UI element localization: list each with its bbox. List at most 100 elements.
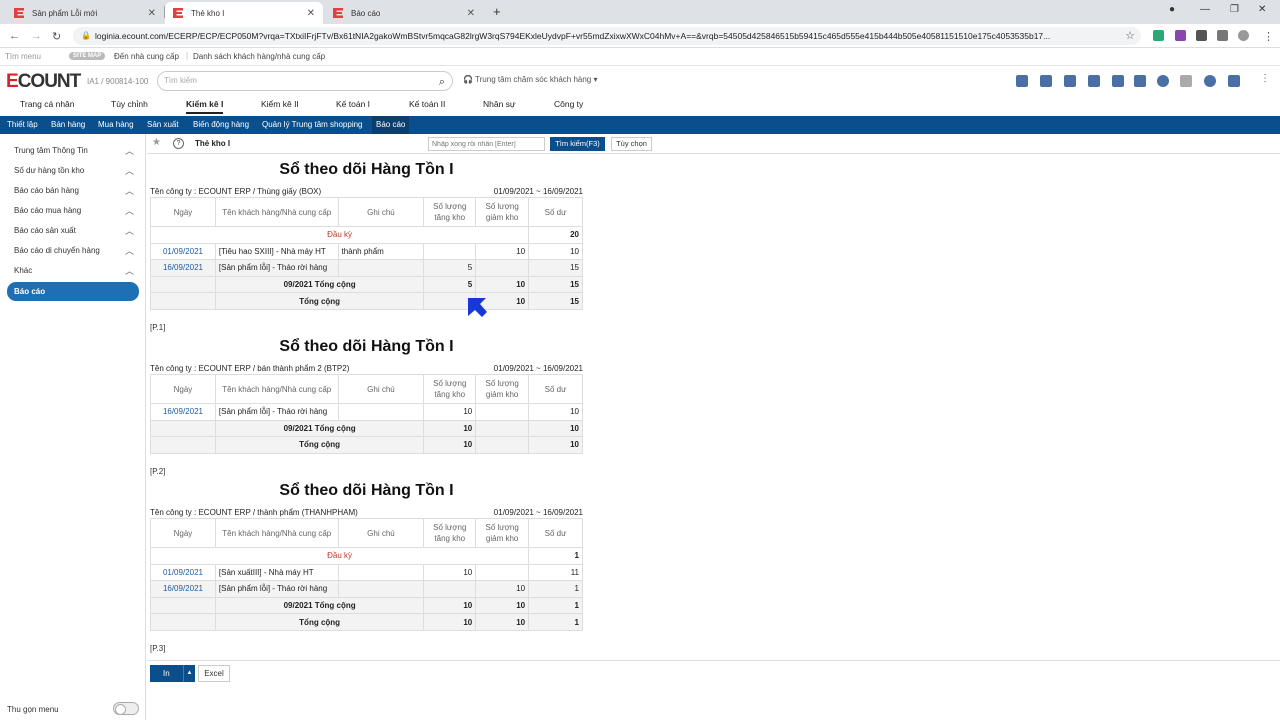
header-icon-1[interactable] [1016,75,1028,87]
support-center-link[interactable]: 🎧 Trung tâm chăm sóc khách hàng ▾ [463,75,598,84]
subnav-movement[interactable]: Biến động hàng [193,120,249,129]
find-menu-link[interactable]: Tìm menu [5,52,41,61]
global-search-input[interactable]: Tìm kiếm ⌕ [157,71,453,91]
subnav-sales[interactable]: Bán hàng [51,120,85,129]
date-link[interactable]: 01/09/2021 [150,563,216,582]
browser-tab-reports[interactable]: Báo cáo ✕ [325,2,483,24]
tab-title: Thẻ kho I [191,8,225,18]
col-name: Tên khách hàng/Nhà cung cấp [214,197,339,227]
site-map-badge[interactable]: SITE MAP [69,52,106,60]
chevron-up-icon: ︿ [124,206,134,216]
total-row: Tổng cộng 10 10 1 [150,613,583,631]
profile-dot-icon[interactable]: ● [1169,4,1175,15]
browser-tab-strip: Sản phẩm Lỗi mới ✕ Thẻ kho I ✕ Báo cáo ✕ + … [0,0,1280,24]
calculator-icon[interactable] [1088,75,1100,87]
profile-icon[interactable] [1238,30,1249,41]
date-link[interactable]: 01/09/2021 [150,242,216,261]
chevron-up-icon: ︿ [124,146,134,156]
header-icon-2[interactable] [1040,75,1052,87]
options-button[interactable]: Tùy chọn [611,137,652,151]
extension-icon[interactable] [1153,30,1164,41]
quick-search-input[interactable] [428,137,545,151]
date-link[interactable]: 16/09/2021 [150,403,216,421]
nav-inventory-1[interactable]: Kiểm kê I [186,99,224,114]
page-marker: [P.3] [150,644,166,653]
close-tab-icon[interactable]: ✕ [307,8,315,19]
supplier-link[interactable]: Đến nhà cung cấp [114,52,179,61]
reload-icon[interactable]: ↻ [52,30,61,43]
header-icon-3[interactable] [1064,75,1076,87]
mail-icon[interactable] [1180,75,1192,87]
collapse-menu-toggle[interactable] [113,702,139,715]
company-id: IA1 / 900814-100 [87,77,149,86]
main-nav: Trang cá nhân Tùy chỉnh Kiểm kê I Kiểm k… [0,96,1280,116]
minimize-icon[interactable]: — [1200,4,1210,15]
media-icon[interactable] [1217,30,1228,41]
sidebar-item-info-center[interactable]: Trung tâm Thông Tin ︿ [14,146,134,156]
browser-menu-icon[interactable]: ⋮ [1263,30,1274,43]
chevron-up-icon: ︿ [124,246,134,256]
nav-inventory-2[interactable]: Kiểm kê II [261,99,299,109]
bookmark-star-icon[interactable]: ☆ [1125,27,1135,45]
url-text: loginia.ecount.com/ECERP/ECP/ECP050M?vrq… [95,31,1051,41]
report-date-range: 01/09/2021 ~ 16/09/2021 [493,187,583,196]
close-tab-icon[interactable]: ✕ [148,8,156,19]
help-icon[interactable]: ? [173,138,184,149]
subnav-purchase[interactable]: Mua hàng [98,120,134,129]
pen-extension-icon[interactable] [1175,30,1186,41]
report-title: Sổ theo dõi Hàng Tồn I [279,161,454,178]
subnav-shopping[interactable]: Quản lý Trung tâm shopping [262,120,363,129]
sidebar-item-sales-report[interactable]: Báo cáo bán hàng ︿ [14,186,134,196]
subnav-setup[interactable]: Thiết lập [7,120,38,129]
ecount-logo[interactable]: ECOUNT [6,71,81,93]
nav-accounting-2[interactable]: Kế toán II [409,99,445,109]
ecount-favicon-icon [14,8,24,18]
table-header-row: Ngày Tên khách hàng/Nhà cung cấp Ghi chú… [150,197,583,227]
forward-icon[interactable]: → [31,30,42,42]
image-icon[interactable] [1134,75,1146,87]
chat-icon[interactable] [1157,75,1169,87]
excel-button[interactable]: Excel [198,665,230,682]
browser-tab-stock-card[interactable]: Thẻ kho I ✕ [165,2,323,24]
sidebar-item-stock-balance[interactable]: Số dư hàng tồn kho ︿ [14,166,134,176]
subnav-reports[interactable]: Báo cáo [372,116,410,134]
new-tab-icon[interactable]: + [493,4,501,19]
close-window-icon[interactable]: ✕ [1258,4,1266,15]
browser-tab-products[interactable]: Sản phẩm Lỗi mới ✕ [6,2,164,24]
customer-list-link[interactable]: Danh sách khách hàng/nhà cung cấp [193,52,325,61]
total-row: Tổng cộng 10 10 [150,436,583,454]
ecount-favicon-icon [173,8,183,18]
report-1: Sổ theo dõi Hàng Tồn I Tên công ty : ECO… [149,161,583,321]
close-tab-icon[interactable]: ✕ [467,8,475,19]
subnav-production[interactable]: Sản xuất [147,120,179,129]
nav-company[interactable]: Công ty [554,99,583,109]
nav-accounting-1[interactable]: Kế toán I [336,99,370,109]
nav-personal[interactable]: Trang cá nhân [20,99,75,109]
nav-custom[interactable]: Tùy chỉnh [111,99,148,109]
nav-hr[interactable]: Nhân sự [483,99,516,109]
ecount-favicon-icon [333,8,343,18]
more-icon[interactable]: ⋮ [1260,73,1270,84]
sidebar-item-purchase-report[interactable]: Báo cáo mua hàng ︿ [14,206,134,216]
print-button[interactable]: In ▲ [150,665,195,682]
sidebar-item-other[interactable]: Khác ︿ [14,266,134,276]
caret-up-icon[interactable]: ▲ [183,665,195,682]
url-field[interactable]: 🔒 loginia.ecount.com/ECERP/ECP/ECP050M?v… [73,27,1141,45]
sub-nav: Thiết lập Bán hàng Mua hàng Sản xuất Biế… [0,116,1280,134]
report-title: Sổ theo dõi Hàng Tồn I [279,338,454,355]
search-icon[interactable]: ⌕ [439,73,445,91]
logout-icon[interactable] [1228,75,1240,87]
search-button[interactable]: Tìm kiếm(F3) [550,137,605,151]
sidebar-item-production-report[interactable]: Báo cáo sản xuất ︿ [14,226,134,236]
collapse-menu-label: Thu gọn menu [7,705,59,714]
back-icon[interactable]: ← [9,30,20,42]
restore-icon[interactable]: ❐ [1230,4,1239,15]
sidebar-item-reports[interactable]: Báo cáo [7,282,139,301]
bell-icon[interactable] [1112,75,1124,87]
date-link[interactable]: 16/09/2021 [150,259,216,277]
user-icon[interactable] [1204,75,1216,87]
sidebar-item-transfer-report[interactable]: Báo cáo di chuyển hàng ︿ [14,246,134,256]
date-link[interactable]: 16/09/2021 [150,580,216,598]
puzzle-icon[interactable] [1196,30,1207,41]
favorite-star-icon[interactable]: ★ [152,137,161,148]
